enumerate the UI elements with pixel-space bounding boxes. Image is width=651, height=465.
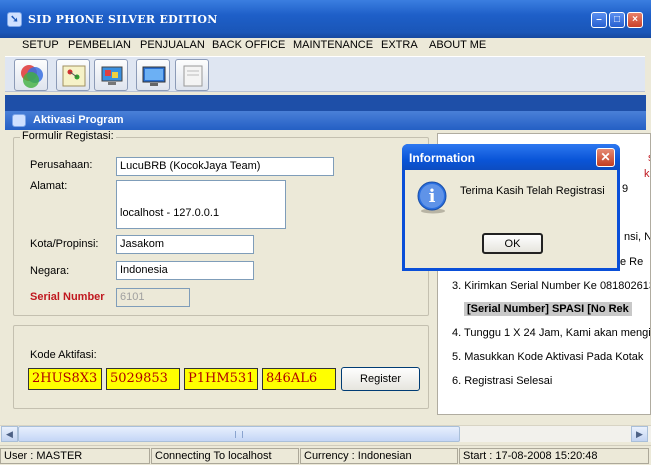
scroll-thumb[interactable] bbox=[18, 426, 460, 442]
negara-label: Negara: bbox=[30, 265, 70, 277]
instruction-step-6: 6. Registrasi Selesai bbox=[452, 375, 553, 387]
activation-code-4[interactable]: 846AL6 bbox=[262, 368, 336, 390]
monitor-paint-icon bbox=[101, 66, 123, 85]
document-icon bbox=[183, 65, 203, 87]
color-circles-icon bbox=[21, 65, 43, 88]
tree-structure-icon bbox=[62, 65, 86, 87]
toolbar-button-4[interactable] bbox=[136, 59, 170, 91]
dialog-message: Terima Kasih Telah Registrasi bbox=[460, 185, 605, 197]
horizontal-scrollbar[interactable]: ◀ ▶ bbox=[0, 425, 651, 442]
aktivasi-titlebar: Aktivasi Program bbox=[5, 111, 646, 130]
perusahaan-label: Perusahaan: bbox=[30, 159, 93, 171]
menu-about-me[interactable]: ABOUT ME bbox=[429, 39, 486, 51]
menu-maintenance[interactable]: MAINTENANCE bbox=[293, 39, 373, 51]
kota-label: Kota/Propinsi: bbox=[30, 238, 99, 250]
activation-label: Kode Aktifasi: bbox=[30, 349, 97, 361]
menu-penjualan[interactable]: PENJUALAN bbox=[140, 39, 205, 51]
ok-button[interactable]: OK bbox=[482, 233, 543, 254]
alamat-label: Alamat: bbox=[30, 180, 68, 192]
instruction-step-4: 4. Tunggu 1 X 24 Jam, Kami akan mengi bbox=[452, 327, 651, 339]
serial-number-field: 6101 bbox=[116, 288, 190, 307]
app-titlebar: ➘ SID PHONE SILVER EDITION – □ × bbox=[0, 0, 651, 38]
menu-back-office[interactable]: BACK OFFICE bbox=[212, 39, 285, 51]
window-title: Aktivasi Program bbox=[33, 114, 124, 126]
toolbar-button-3[interactable] bbox=[94, 59, 128, 91]
kota-input[interactable]: Jasakom bbox=[116, 235, 254, 254]
status-currency: Currency : Indonesian bbox=[300, 448, 458, 464]
scroll-left-button[interactable]: ◀ bbox=[1, 426, 18, 442]
maximize-button[interactable]: □ bbox=[609, 12, 625, 28]
instruction-fragment-4: nsi, N bbox=[624, 231, 651, 243]
activation-code-1[interactable]: 2HUS8X3 bbox=[28, 368, 102, 390]
window-icon bbox=[12, 114, 26, 127]
alamat-line-1: localhost - 127.0.0.1 bbox=[120, 207, 220, 219]
register-button[interactable]: Register bbox=[341, 367, 420, 391]
serial-number-label: Serial Number bbox=[30, 291, 105, 303]
toolbar-button-1[interactable] bbox=[14, 59, 48, 91]
grip-icon bbox=[235, 431, 243, 438]
activation-code-2[interactable]: 5029853 bbox=[106, 368, 180, 390]
dialog-close-button[interactable]: ✕ bbox=[596, 148, 615, 167]
toolbar bbox=[5, 56, 645, 92]
menu-pembelian[interactable]: PEMBELIAN bbox=[68, 39, 131, 51]
instruction-fragment-5: e Re bbox=[620, 256, 644, 268]
status-start-time: Start : 17-08-2008 15:20:48 bbox=[459, 448, 649, 464]
menu-extra[interactable]: EXTRA bbox=[381, 39, 418, 51]
activation-code-3[interactable]: P1HM531 bbox=[184, 368, 258, 390]
alamat-textarea[interactable]: localhost - 127.0.0.1 00000 bbox=[116, 180, 286, 255]
instruction-step-3: 3. Kirimkan Serial Number Ke 0818026137 bbox=[452, 280, 651, 292]
app-icon: ➘ bbox=[7, 12, 22, 27]
sms-format: [Serial Number] SPASI [No Rek bbox=[464, 302, 632, 316]
toolbar-button-2[interactable] bbox=[56, 59, 90, 91]
toolbar-button-5[interactable] bbox=[175, 59, 209, 91]
negara-input[interactable]: Indonesia bbox=[116, 261, 254, 280]
instruction-fragment-3: 9 bbox=[622, 183, 629, 195]
instruction-fragment-2: kan bbox=[644, 168, 650, 180]
instruction-step-5: 5. Masukkan Kode Aktivasi Pada Kotak bbox=[452, 351, 644, 363]
dialog-body: i Terima Kasih Telah Registrasi OK bbox=[405, 170, 617, 268]
scroll-right-button[interactable]: ▶ bbox=[631, 426, 648, 442]
display-icon bbox=[142, 66, 166, 86]
status-connection: Connecting To localhost bbox=[151, 448, 299, 464]
app-title: SID PHONE SILVER EDITION bbox=[28, 13, 218, 26]
perusahaan-input[interactable]: LucuBRB (KocokJaya Team) bbox=[116, 157, 334, 176]
close-button[interactable]: × bbox=[627, 12, 643, 28]
information-dialog: Information ✕ i Terima Kasih Telah Regis… bbox=[402, 144, 620, 271]
statusbar: User : MASTER Connecting To localhost Cu… bbox=[0, 445, 651, 465]
svg-text:i: i bbox=[429, 186, 436, 207]
minimize-button[interactable]: – bbox=[591, 12, 607, 28]
menubar: SETUP PEMBELIAN PENJUALAN BACK OFFICE MA… bbox=[0, 38, 651, 54]
status-user: User : MASTER bbox=[0, 448, 150, 464]
dialog-titlebar: Information ✕ bbox=[402, 144, 620, 170]
menu-setup[interactable]: SETUP bbox=[22, 39, 59, 51]
registration-group-title: Formulir Registasi: bbox=[20, 130, 116, 142]
dialog-title: Information bbox=[409, 151, 475, 165]
info-icon: i bbox=[417, 181, 447, 214]
